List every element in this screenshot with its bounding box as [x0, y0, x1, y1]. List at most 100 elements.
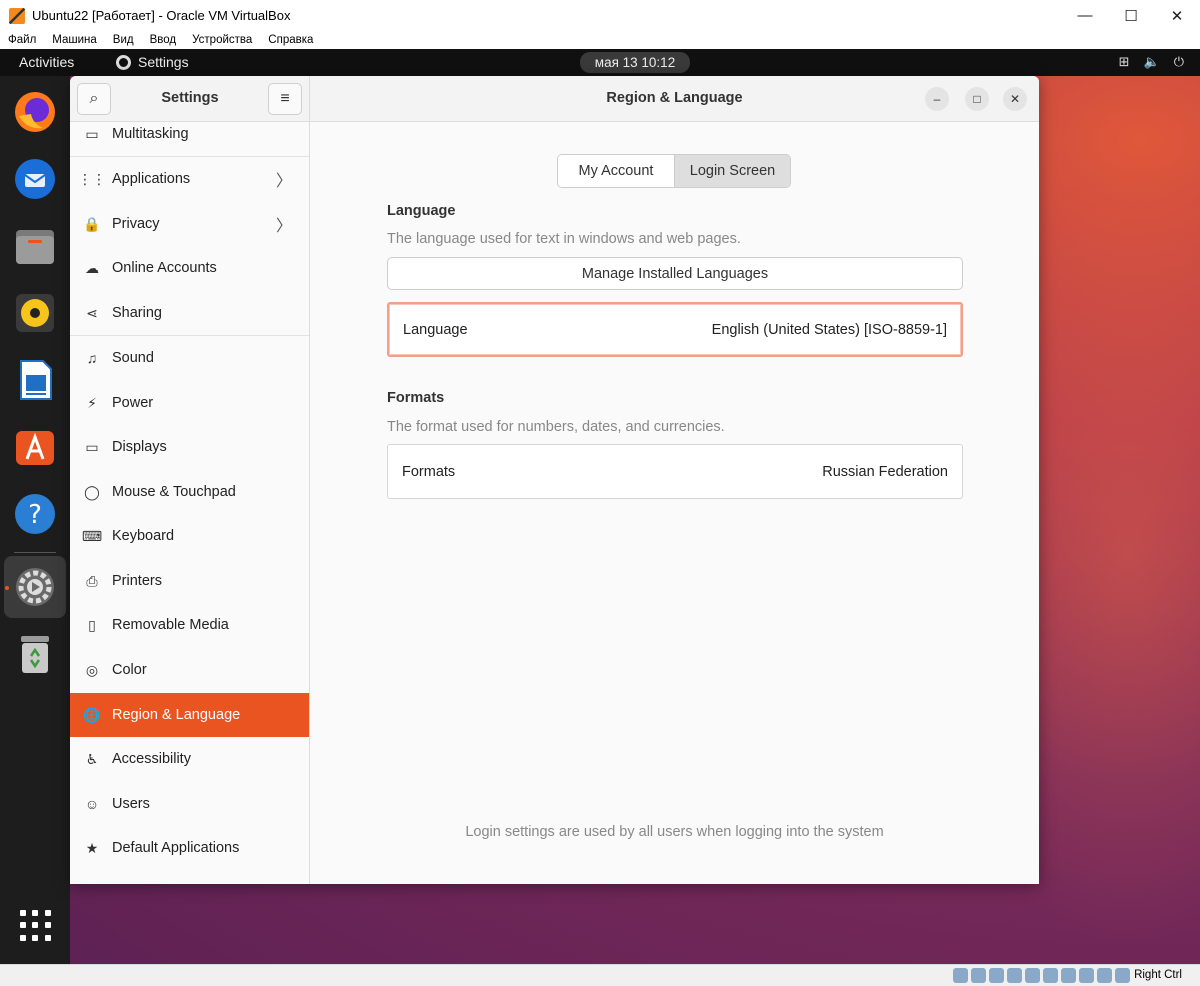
video-capture-icon[interactable]: [1079, 968, 1094, 983]
sidebar-item-privacy[interactable]: 🔒 Privacy 〉: [70, 202, 309, 246]
hamburger-icon: ≡: [280, 90, 290, 107]
sidebar-item-label: Sound: [112, 350, 154, 366]
host-minimize-button[interactable]: —: [1062, 0, 1108, 31]
search-icon: ⌕: [89, 90, 99, 107]
libreoffice-writer-icon[interactable]: [12, 357, 58, 403]
files-icon[interactable]: [12, 223, 58, 269]
help-icon[interactable]: ?: [12, 491, 58, 537]
menu-input[interactable]: Ввод: [142, 34, 185, 46]
language-row-label: Language: [403, 321, 468, 338]
sidebar-item-online-accounts[interactable]: ☁ Online Accounts: [70, 246, 309, 290]
sidebar-item-label: Mouse & Touchpad: [112, 484, 236, 500]
manage-installed-languages-button[interactable]: Manage Installed Languages: [387, 257, 963, 290]
host-close-button[interactable]: ✕: [1154, 0, 1200, 31]
host-key-label: Right Ctrl: [1134, 969, 1182, 981]
app-center-icon[interactable]: [12, 424, 58, 470]
sidebar-item-label: Accessibility: [112, 751, 191, 767]
cloud-icon: ☁: [85, 259, 99, 276]
mouse-icon: ◯: [84, 483, 100, 500]
network-adapter-icon[interactable]: [1007, 968, 1022, 983]
host-maximize-button[interactable]: ☐: [1108, 0, 1154, 31]
accessibility-icon: ♿: [85, 750, 99, 767]
virtualbox-app-icon: [9, 7, 25, 24]
sidebar-item-region-language[interactable]: 🌐 Region & Language: [70, 693, 309, 737]
audio-icon[interactable]: [989, 968, 1004, 983]
power-icon[interactable]: ⏻: [1174, 54, 1184, 70]
activities-button[interactable]: Activities: [19, 54, 74, 70]
tab-login-screen[interactable]: Login Screen: [675, 155, 790, 187]
firefox-icon[interactable]: [12, 89, 58, 135]
sidebar-item-removable-media[interactable]: ▯ Removable Media: [70, 603, 309, 647]
topbar-app-menu[interactable]: Settings: [116, 54, 189, 70]
sidebar-item-applications[interactable]: ⋮⋮ Applications 〉: [70, 157, 309, 201]
maximize-button[interactable]: □: [965, 87, 989, 111]
usb-icon[interactable]: [1025, 968, 1040, 983]
sidebar-item-label: Sharing: [112, 305, 162, 321]
trash-icon[interactable]: [12, 631, 58, 677]
menu-file[interactable]: Файл: [0, 34, 44, 46]
user-icon: ☺: [84, 796, 100, 812]
tab-my-account[interactable]: My Account: [558, 155, 675, 187]
globe-icon: 🌐: [83, 706, 101, 723]
sidebar-item-multitasking[interactable]: ▭ Multitasking: [70, 122, 309, 156]
rhythmbox-icon[interactable]: [12, 290, 58, 336]
menu-view[interactable]: Вид: [105, 34, 142, 46]
host-titlebar: Ubuntu22 [Работает] - Oracle VM VirtualB…: [0, 0, 1200, 31]
volume-icon[interactable]: 🔈: [1144, 54, 1160, 70]
sidebar-item-users[interactable]: ☺ Users: [70, 782, 309, 826]
sidebar-item-default-applications[interactable]: ★ Default Applications: [70, 826, 309, 870]
power-icon: ⚡: [87, 394, 97, 411]
sidebar-item-label: Color: [112, 662, 147, 678]
sidebar: ▭ Multitasking ⋮⋮ Applications 〉 🔒 Priva…: [70, 122, 310, 884]
sidebar-item-printers[interactable]: ⎙ Printers: [70, 559, 309, 603]
mouse-integration-icon[interactable]: [1115, 968, 1130, 983]
language-row[interactable]: Language English (United States) [ISO-88…: [387, 302, 963, 357]
sidebar-item-label: Default Applications: [112, 840, 240, 856]
sidebar-item-power[interactable]: ⚡ Power: [70, 381, 309, 425]
usb-drive-icon: ▯: [88, 616, 96, 633]
cpu-icon[interactable]: [1097, 968, 1112, 983]
color-icon: ◎: [85, 661, 99, 678]
display-icon: ▭: [85, 438, 99, 455]
sidebar-item-mouse-touchpad[interactable]: ◯ Mouse & Touchpad: [70, 470, 309, 514]
thunderbird-icon[interactable]: [12, 156, 58, 202]
system-tray[interactable]: ⊞ 🔈 ⏻: [1119, 54, 1184, 70]
shared-folders-icon[interactable]: [1043, 968, 1058, 983]
display-icon[interactable]: [1061, 968, 1076, 983]
optical-drive-icon[interactable]: [971, 968, 986, 983]
sidebar-item-label: Printers: [112, 573, 162, 589]
minimize-button[interactable]: –: [925, 87, 949, 111]
menu-help[interactable]: Справка: [260, 34, 321, 46]
music-note-icon: ♫: [86, 350, 98, 366]
show-apps-icon[interactable]: [20, 910, 52, 942]
menu-machine[interactable]: Машина: [44, 34, 105, 46]
host-window-controls: — ☐ ✕: [1062, 0, 1200, 31]
content-header: Region & Language – □ ✕: [310, 76, 1039, 122]
settings-icon[interactable]: [12, 564, 58, 610]
sidebar-item-sharing[interactable]: ⋖ Sharing: [70, 291, 309, 335]
multitasking-icon: ▭: [85, 125, 99, 142]
network-icon[interactable]: ⊞: [1119, 54, 1130, 70]
sidebar-item-label: Users: [112, 796, 150, 812]
sidebar-item-label: Keyboard: [112, 528, 175, 544]
close-button[interactable]: ✕: [1003, 87, 1027, 111]
settings-window: ⌕ Settings ≡ Region & Language – □ ✕ ▭ M…: [70, 76, 1039, 884]
sidebar-item-displays[interactable]: ▭ Displays: [70, 425, 309, 469]
topbar-app-name: Settings: [138, 54, 189, 70]
sidebar-item-sound[interactable]: ♫ Sound: [70, 336, 309, 380]
chevron-right-icon: 〉: [275, 173, 292, 190]
search-button[interactable]: ⌕: [77, 83, 111, 115]
menu-devices[interactable]: Устройства: [184, 34, 260, 46]
share-icon: ⋖: [86, 304, 98, 321]
sidebar-item-label: Applications: [112, 171, 191, 187]
sidebar-item-color[interactable]: ◎ Color: [70, 648, 309, 692]
sidebar-header: ⌕ Settings ≡: [70, 76, 310, 122]
clock[interactable]: мая 13 10:12: [580, 52, 690, 73]
sidebar-item-accessibility[interactable]: ♿ Accessibility: [70, 737, 309, 781]
hard-disk-icon[interactable]: [953, 968, 968, 983]
language-section-subtitle: The language used for text in windows an…: [387, 231, 741, 247]
sidebar-item-keyboard[interactable]: ⌨ Keyboard: [70, 514, 309, 558]
account-tabs: My Account Login Screen: [557, 154, 791, 188]
formats-row[interactable]: Formats Russian Federation: [387, 444, 963, 499]
main-menu-button[interactable]: ≡: [268, 83, 302, 115]
